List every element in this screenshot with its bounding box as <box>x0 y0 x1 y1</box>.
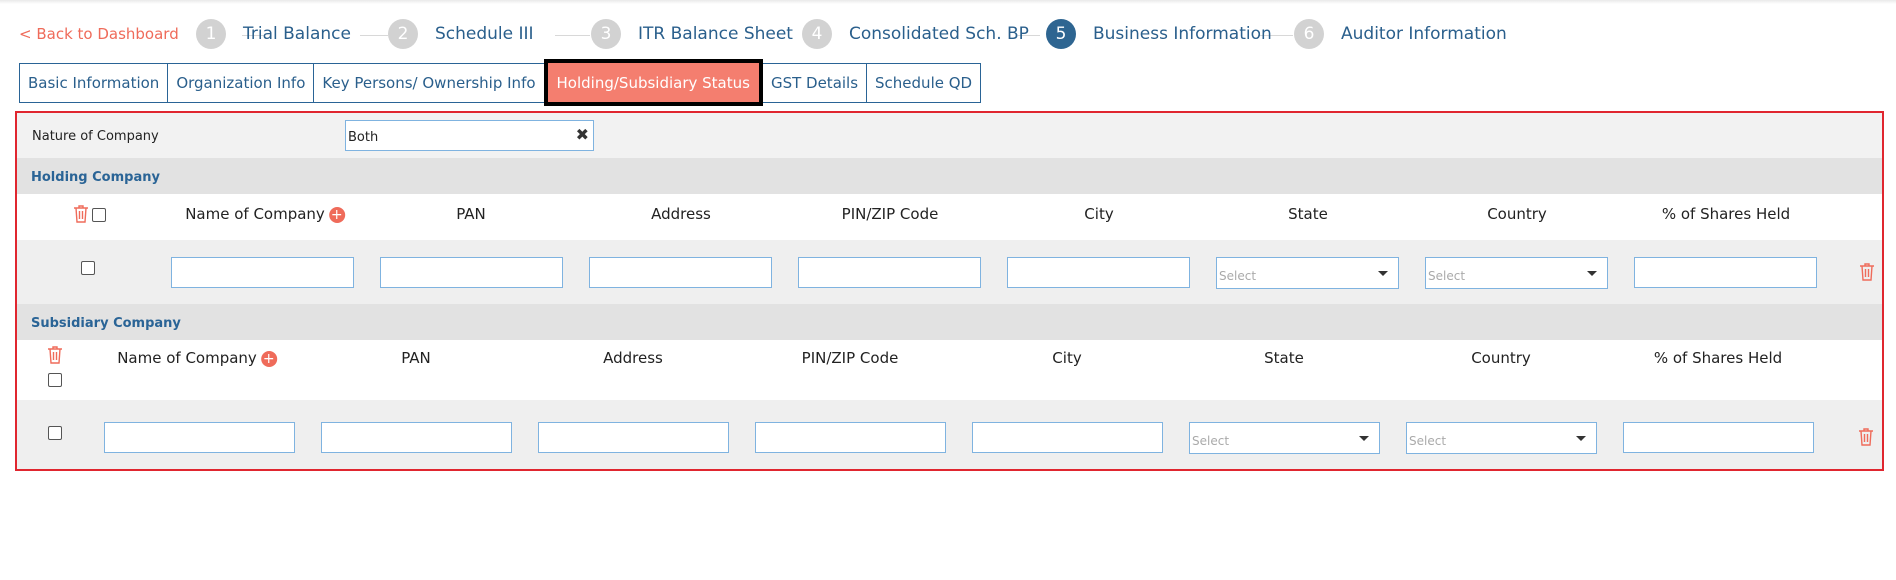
subsidiary-state-select[interactable]: Select <box>1189 422 1380 454</box>
subsidiary-columns-header: Name of Company + PAN Address PIN/ZIP Cod… <box>17 340 1882 400</box>
subsidiary-shares-input[interactable] <box>1623 422 1814 453</box>
subsidiary-company-header: Subsidiary Company <box>17 304 1882 340</box>
nature-of-company-row: Nature of Company Both ✖ <box>17 113 1882 158</box>
trash-icon[interactable] <box>1858 428 1874 450</box>
column-header-name-of-company: Name of Company + <box>185 205 345 223</box>
step-schedule-iii[interactable]: 2 Schedule III <box>388 19 534 49</box>
subsidiary-pan-input[interactable] <box>321 422 512 453</box>
top-divider <box>0 0 1896 4</box>
wizard-stepper: < Back to Dashboard 1 Trial Balance 2 Sc… <box>0 16 1896 52</box>
column-header-pin-zip-code: PIN/ZIP Code <box>801 349 899 367</box>
step-connector <box>555 35 590 36</box>
step-business-information[interactable]: 5 Business Information <box>1046 19 1272 49</box>
tab-holding-subsidiary-status[interactable]: Holding/Subsidiary Status <box>543 59 763 106</box>
step-number: 6 <box>1294 19 1324 49</box>
tab-schedule-qd[interactable]: Schedule QD <box>866 63 982 103</box>
tab-key-persons-ownership-info[interactable]: Key Persons/ Ownership Info <box>313 63 545 103</box>
holding-columns-header: Name of Company + PAN Address PIN/ZIP Cod… <box>17 194 1882 240</box>
trash-icon[interactable] <box>47 346 63 368</box>
column-header-shares-held: % of Shares Held <box>1653 349 1783 367</box>
column-header-name-of-company: Name of Company + <box>117 349 277 367</box>
holding-pan-input[interactable] <box>380 257 563 288</box>
subsidiary-address-input[interactable] <box>538 422 729 453</box>
step-number: 5 <box>1046 19 1076 49</box>
row-checkbox[interactable] <box>81 261 95 275</box>
column-header-pan: PAN <box>456 205 486 223</box>
select-placeholder: Select <box>1192 434 1230 448</box>
subsidiary-city-input[interactable] <box>972 422 1163 453</box>
holding-name-input[interactable] <box>171 257 354 288</box>
holding-country-select[interactable]: Select <box>1425 257 1608 289</box>
tab-basic-information[interactable]: Basic Information <box>19 63 169 103</box>
column-header-label: Name of Company <box>185 205 325 223</box>
holding-company-header: Holding Company <box>17 158 1882 194</box>
step-number: 3 <box>591 19 621 49</box>
column-header-city: City <box>1052 349 1082 367</box>
close-icon[interactable]: ✖ <box>576 125 589 144</box>
step-number: 1 <box>196 19 226 49</box>
step-trial-balance[interactable]: 1 Trial Balance <box>196 19 351 49</box>
tab-gst-details[interactable]: GST Details <box>761 63 868 103</box>
caret-down-icon <box>1378 271 1388 276</box>
holding-address-input[interactable] <box>589 257 772 288</box>
holding-company-title: Holding Company <box>31 170 160 185</box>
select-all-holding-checkbox[interactable] <box>92 208 106 222</box>
table-row: Select Select <box>17 400 1882 469</box>
nature-of-company-label: Nature of Company <box>32 129 159 144</box>
nature-of-company-select[interactable]: Both ✖ <box>345 120 594 151</box>
column-header-city: City <box>1084 205 1114 223</box>
column-header-country: Country <box>1471 349 1531 367</box>
column-header-address: Address <box>651 205 711 223</box>
step-number: 4 <box>802 19 832 49</box>
step-label: Schedule III <box>435 24 534 44</box>
step-consolidated-sch-bp[interactable]: 4 Consolidated Sch. BP <box>802 19 1029 49</box>
column-header-country: Country <box>1487 205 1547 223</box>
column-header-state: State <box>1288 205 1328 223</box>
step-auditor-information[interactable]: 6 Auditor Information <box>1294 19 1507 49</box>
plus-circle-icon[interactable]: + <box>328 206 345 223</box>
column-header-address: Address <box>603 349 663 367</box>
section-tabs: Basic Information Organization Info Key … <box>19 59 982 106</box>
step-label: Business Information <box>1093 24 1272 44</box>
select-placeholder: Select <box>1428 269 1466 283</box>
column-header-pan: PAN <box>401 349 431 367</box>
holding-state-select[interactable]: Select <box>1216 257 1399 289</box>
caret-down-icon <box>1359 436 1369 441</box>
step-itr-balance-sheet[interactable]: 3 ITR Balance Sheet <box>591 19 793 49</box>
holding-city-input[interactable] <box>1007 257 1190 288</box>
trash-icon[interactable] <box>1859 263 1875 285</box>
subsidiary-country-select[interactable]: Select <box>1406 422 1597 454</box>
select-placeholder: Select <box>1409 434 1447 448</box>
step-connector <box>360 35 388 36</box>
nature-of-company-value: Both <box>348 130 379 145</box>
caret-down-icon <box>1587 271 1597 276</box>
subsidiary-name-input[interactable] <box>104 422 295 453</box>
table-row: Select Select <box>17 240 1882 304</box>
column-header-shares-held: % of Shares Held <box>1661 205 1791 223</box>
holding-subsidiary-panel: Nature of Company Both ✖ Holding Company… <box>15 111 1884 471</box>
column-header-pin-zip-code: PIN/ZIP Code <box>841 205 939 223</box>
subsidiary-pin-input[interactable] <box>755 422 946 453</box>
caret-down-icon <box>1576 436 1586 441</box>
subsidiary-company-title: Subsidiary Company <box>31 316 181 331</box>
step-number: 2 <box>388 19 418 49</box>
step-label: Consolidated Sch. BP <box>849 24 1029 44</box>
step-label: ITR Balance Sheet <box>638 24 793 44</box>
tab-organization-info[interactable]: Organization Info <box>167 63 315 103</box>
trash-icon[interactable] <box>73 205 89 227</box>
select-all-subsidiary-checkbox[interactable] <box>48 373 62 387</box>
back-to-dashboard-link[interactable]: < Back to Dashboard <box>19 25 179 43</box>
step-label: Auditor Information <box>1341 24 1507 44</box>
column-header-state: State <box>1264 349 1304 367</box>
holding-pin-input[interactable] <box>798 257 981 288</box>
holding-shares-input[interactable] <box>1634 257 1817 288</box>
step-label: Trial Balance <box>243 24 351 44</box>
row-checkbox[interactable] <box>48 426 62 440</box>
select-placeholder: Select <box>1219 269 1257 283</box>
plus-circle-icon[interactable]: + <box>260 350 277 367</box>
column-header-label: Name of Company <box>117 349 257 367</box>
